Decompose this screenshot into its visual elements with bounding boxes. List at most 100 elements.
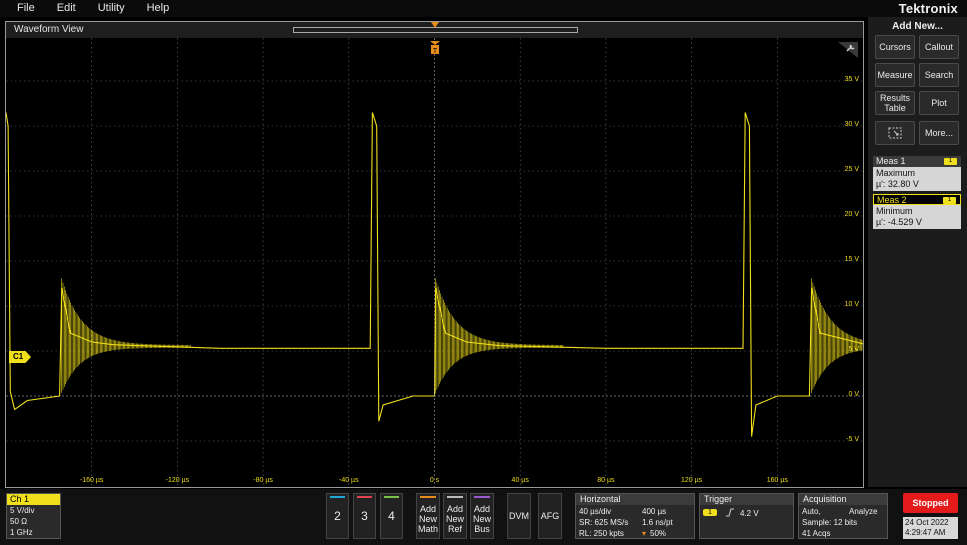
- horizontal-record-length: RL: 250 kpts: [579, 529, 624, 538]
- meas1-label: Meas 1: [876, 156, 906, 166]
- acquisition-mode: Auto,: [802, 507, 821, 516]
- horizontal-scale: 40 µs/div: [579, 507, 612, 516]
- meas2-source-badge: 1: [943, 197, 956, 204]
- y-axis-label: 25 V: [844, 166, 859, 173]
- add-ref-button[interactable]: Add New Ref: [443, 493, 467, 539]
- meas1-header: Meas 1 1: [873, 156, 961, 167]
- meas1-value: µ': 32.80 V: [876, 179, 919, 189]
- channel-2-button[interactable]: 2: [326, 493, 349, 539]
- meas2-header: Meas 2 1: [873, 194, 961, 205]
- waveform-view[interactable]: Waveform View T C1 35 V 30 V 25 V 20 V 15 V1…: [5, 21, 864, 488]
- x-axis-label: 0 s: [429, 477, 440, 484]
- add-bus-button[interactable]: Add New Bus: [470, 493, 494, 539]
- trigger-slope-icon: [726, 508, 734, 519]
- math-color-strip: [420, 496, 436, 498]
- x-axis-label: 80 µs: [597, 477, 615, 484]
- waveform-view-title: Waveform View: [14, 24, 84, 35]
- horizontal-position: 50%: [650, 529, 667, 538]
- callout-button[interactable]: Callout: [919, 35, 959, 59]
- more-button[interactable]: More...: [919, 121, 959, 145]
- channel-3-label: 3: [361, 509, 368, 523]
- x-axis-label: -120 µs: [165, 477, 190, 484]
- meas2-value: µ': -4.529 V: [876, 217, 922, 227]
- run-stop-status[interactable]: Stopped: [903, 493, 958, 513]
- ch1-impedance: 50 Ω: [10, 517, 28, 526]
- menu-edit[interactable]: Edit: [46, 0, 87, 17]
- trigger-level: 4.2 V: [740, 509, 759, 518]
- acquisition-count: 41 Acqs: [802, 529, 831, 538]
- ref-color-strip: [447, 496, 463, 498]
- horizontal-badge[interactable]: Horizontal 40 µs/div 400 µs SR: 625 MS/s…: [575, 493, 695, 539]
- cursors-button[interactable]: Cursors: [875, 35, 915, 59]
- date-time[interactable]: 24 Oct 2022 4:29:47 AM: [903, 517, 958, 539]
- add-math-button[interactable]: Add New Math: [416, 493, 440, 539]
- channel-3-color-strip: [357, 496, 372, 498]
- time-text: 4:29:47 AM: [905, 528, 946, 537]
- channel-3-button[interactable]: 3: [353, 493, 376, 539]
- y-axis-label: 15 V: [844, 256, 859, 263]
- y-axis-label: 35 V: [844, 76, 859, 83]
- channel-1-badge[interactable]: Ch 1 5 V/div 50 Ω 1 GHz: [6, 493, 61, 539]
- x-axis-label: 40 µs: [511, 477, 529, 484]
- channel-2-color-strip: [330, 496, 345, 498]
- search-button[interactable]: Search: [919, 63, 959, 87]
- acquisition-title: Acquisition: [799, 494, 887, 505]
- settings-bar: Ch 1 5 V/div 50 Ω 1 GHz 2 3 4 Add New Ma…: [0, 489, 967, 545]
- ch1-label: Ch 1: [7, 494, 60, 505]
- zoom-box-icon: [888, 127, 902, 139]
- channel-4-color-strip: [384, 496, 399, 498]
- brand-logo: Tektronix: [898, 1, 958, 16]
- menu-utility[interactable]: Utility: [87, 0, 136, 17]
- trigger-title: Trigger: [700, 494, 793, 505]
- ch1-bandwidth: 1 GHz: [10, 528, 33, 537]
- add-bus-label: Add New Bus: [472, 504, 491, 534]
- add-new-title: Add New...: [892, 21, 943, 32]
- date-text: 24 Oct 2022: [905, 518, 949, 527]
- measure-button[interactable]: Measure: [875, 63, 915, 87]
- add-ref-label: Add New Ref: [445, 504, 464, 534]
- x-axis-label: -80 µs: [253, 477, 273, 484]
- waveform-plot[interactable]: [6, 38, 863, 488]
- y-axis-label: 30 V: [844, 121, 859, 128]
- menu-file[interactable]: File: [0, 0, 46, 17]
- x-axis-label: -160 µs: [79, 477, 104, 484]
- channel-2-label: 2: [334, 509, 341, 523]
- channel-4-label: 4: [388, 509, 395, 523]
- y-axis-label: -5 V: [846, 436, 859, 443]
- zoom-box-button[interactable]: [875, 121, 915, 145]
- y-axis-label: 0 V: [848, 391, 859, 398]
- horizontal-sample-rate: SR: 625 MS/s: [579, 518, 629, 527]
- results-bar: Add New... Cursors Callout Measure Searc…: [868, 17, 967, 487]
- menu-help[interactable]: Help: [136, 0, 181, 17]
- trigger-marker-label: T: [433, 48, 438, 55]
- x-axis-label: 120 µs: [681, 477, 703, 484]
- results-table-button[interactable]: Results Table: [875, 91, 915, 115]
- trigger-source: 1: [703, 509, 717, 516]
- y-axis-label: 20 V: [844, 211, 859, 218]
- meas2-name: Minimum: [876, 206, 913, 216]
- trigger-badge[interactable]: Trigger 1 4.2 V: [699, 493, 794, 539]
- menu-bar: File Edit Utility Help Tektronix: [0, 0, 967, 17]
- ch1-scale: 5 V/div: [10, 506, 35, 515]
- trigger-position-icon[interactable]: [430, 22, 440, 32]
- acquisition-badge[interactable]: Acquisition Auto, Analyze Sample: 12 bit…: [798, 493, 888, 539]
- acquisition-type: Analyze: [849, 507, 878, 516]
- waveform-view-title-bar[interactable]: Waveform View: [6, 22, 863, 38]
- x-axis-label: -40 µs: [338, 477, 359, 484]
- add-math-label: Add New Math: [417, 504, 438, 534]
- x-axis-label: 160 µs: [766, 477, 788, 484]
- trigger-marker-icon[interactable]: T: [430, 41, 440, 55]
- horizontal-resolution: 1.6 ns/pt: [642, 518, 673, 527]
- meas2-badge[interactable]: Meas 2 1 Minimum µ': -4.529 V: [873, 194, 961, 229]
- afg-button[interactable]: AFG: [538, 493, 562, 539]
- bus-color-strip: [474, 496, 490, 498]
- y-axis-label: 5 V: [848, 346, 859, 353]
- horizontal-position-icon: ▾: [642, 529, 647, 538]
- channel-4-button[interactable]: 4: [380, 493, 403, 539]
- dvm-button[interactable]: DVM: [507, 493, 531, 539]
- plot-button[interactable]: Plot: [919, 91, 959, 115]
- horizontal-record: 400 µs: [642, 507, 667, 516]
- wrench-icon[interactable]: [838, 42, 858, 58]
- meas1-badge[interactable]: Meas 1 1 Maximum µ': 32.80 V: [873, 156, 961, 191]
- meas1-name: Maximum: [876, 168, 916, 178]
